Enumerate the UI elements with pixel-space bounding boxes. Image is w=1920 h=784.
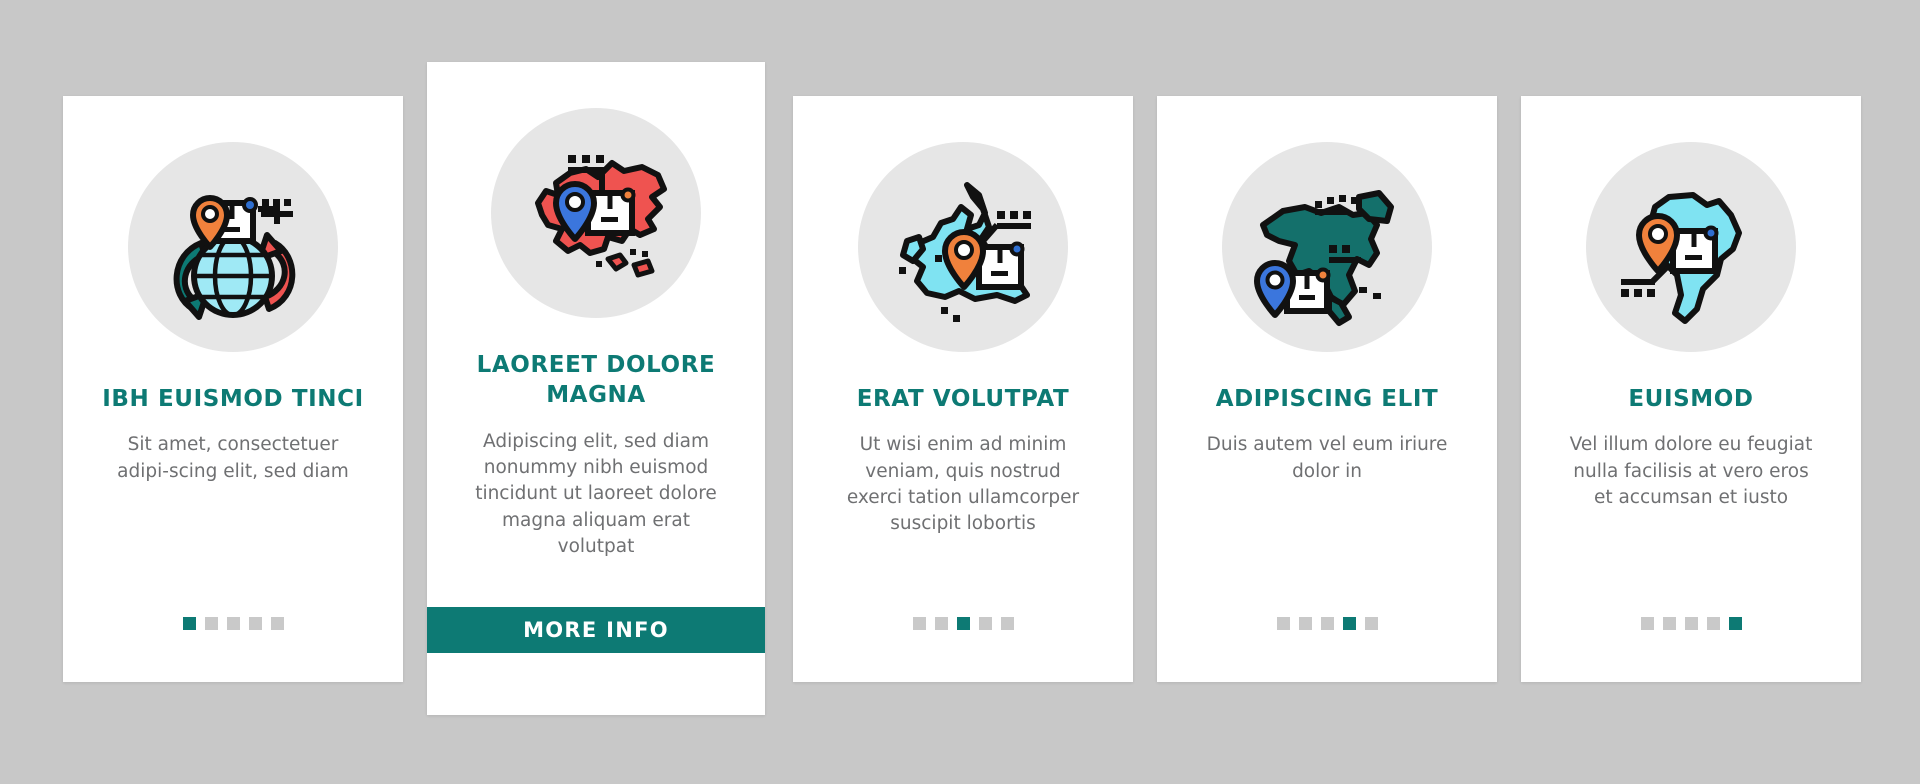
icon-container <box>427 108 765 318</box>
icon-container <box>1157 142 1497 352</box>
dot-4[interactable] <box>1706 617 1720 630</box>
onboarding-card-5[interactable]: EUISMOD Vel illum dolore eu feugiat null… <box>1521 96 1861 682</box>
pagination-dots[interactable] <box>1521 617 1861 630</box>
onboarding-card-3[interactable]: ERAT VOLUTPAT Ut wisi enim ad minim veni… <box>793 96 1133 682</box>
card-title: IBH EUISMOD TINCI <box>102 386 364 412</box>
pagination-dots[interactable] <box>793 617 1133 630</box>
card-title: EUISMOD <box>1628 386 1754 412</box>
dot-3[interactable] <box>1684 617 1698 630</box>
onboarding-card-4[interactable]: ADIPISCING ELIT Duis autem vel eum iriur… <box>1157 96 1497 682</box>
dot-1[interactable] <box>1276 617 1290 630</box>
card-description: Duis autem vel eum iriure dolor in <box>1206 434 1448 482</box>
card-title: ERAT VOLUTPAT <box>856 386 1070 412</box>
onboarding-card-1[interactable]: IBH EUISMOD TINCI Sit amet, consectetuer… <box>63 96 403 682</box>
dot-1[interactable] <box>1640 617 1654 630</box>
dot-5[interactable] <box>1728 617 1742 630</box>
dot-2[interactable] <box>1662 617 1676 630</box>
europe-map-delivery-icon <box>858 142 1068 352</box>
icon-container <box>793 142 1133 352</box>
south-america-map-delivery-icon <box>1586 142 1796 352</box>
north-america-map-delivery-icon <box>1222 142 1432 352</box>
globe-delivery-icon <box>128 142 338 352</box>
dot-5[interactable] <box>1000 617 1014 630</box>
dot-5[interactable] <box>1364 617 1378 630</box>
dot-4[interactable] <box>1342 617 1356 630</box>
dot-3[interactable] <box>956 617 970 630</box>
card-description: Ut wisi enim ad minim veniam, quis nostr… <box>846 434 1080 535</box>
card-description: Vel illum dolore eu feugiat nulla facili… <box>1569 434 1813 508</box>
card-description: Sit amet, consectetuer adipi-scing elit,… <box>117 434 349 482</box>
more-info-button[interactable]: MORE INFO <box>427 607 765 653</box>
pagination-dots[interactable] <box>1157 617 1497 630</box>
card-title: LAOREET DOLORE MAGNA <box>476 352 716 409</box>
card-description: Adipiscing elit, sed diam nonummy nibh e… <box>475 430 717 557</box>
icon-container <box>63 142 403 352</box>
dot-1[interactable] <box>182 617 196 630</box>
dot-4[interactable] <box>978 617 992 630</box>
asia-map-delivery-icon <box>491 108 701 318</box>
dot-2[interactable] <box>934 617 948 630</box>
dot-2[interactable] <box>204 617 218 630</box>
dot-3[interactable] <box>1320 617 1334 630</box>
onboarding-screens-stage: IBH EUISMOD TINCI Sit amet, consectetuer… <box>0 0 1920 784</box>
dot-2[interactable] <box>1298 617 1312 630</box>
dot-5[interactable] <box>270 617 284 630</box>
icon-container <box>1521 142 1861 352</box>
onboarding-card-2[interactable]: LAOREET DOLORE MAGNA Adipiscing elit, se… <box>427 62 765 715</box>
dot-3[interactable] <box>226 617 240 630</box>
pagination-dots[interactable] <box>63 617 403 630</box>
card-title: ADIPISCING ELIT <box>1215 386 1439 412</box>
dot-1[interactable] <box>912 617 926 630</box>
dot-4[interactable] <box>248 617 262 630</box>
